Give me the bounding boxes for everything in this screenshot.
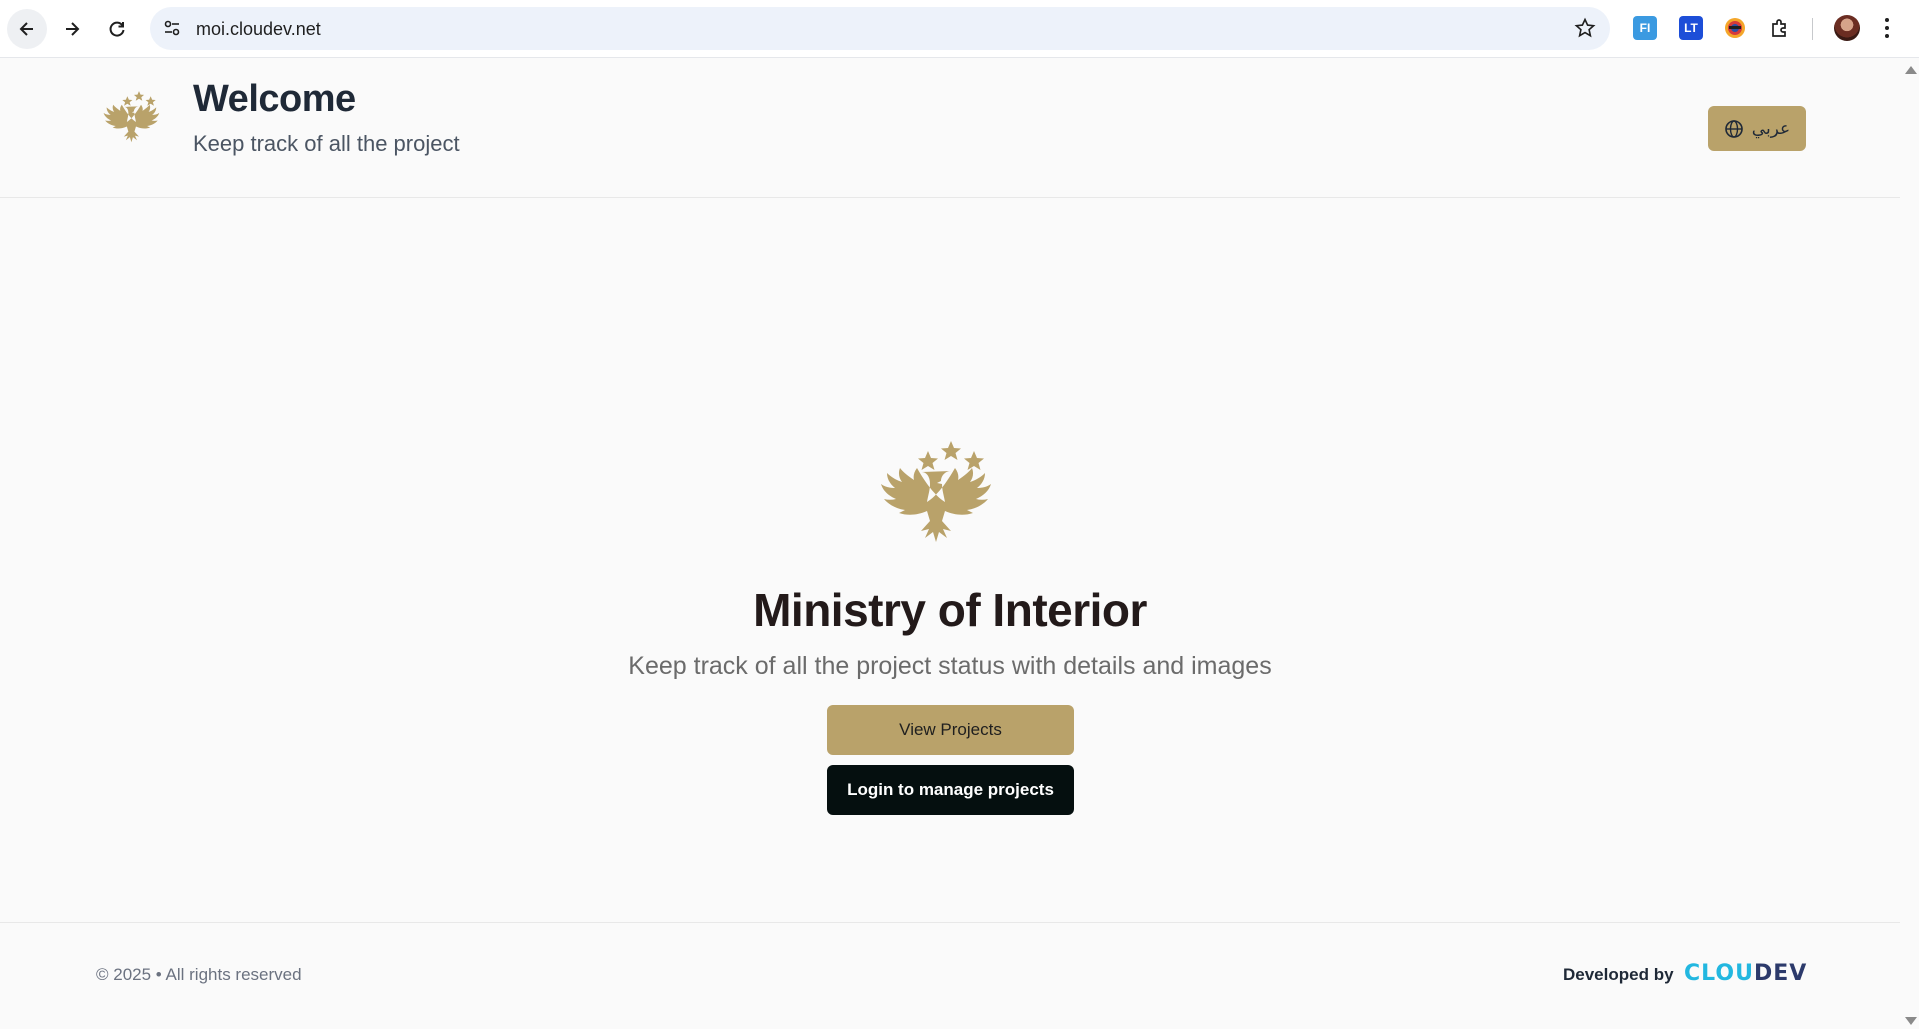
- bookmark-star-icon[interactable]: [1574, 17, 1596, 39]
- hero-title: Ministry of Interior: [753, 584, 1147, 636]
- reload-icon: [109, 21, 125, 37]
- brand-part-2: DEV: [1753, 961, 1808, 986]
- eagle-emblem-icon: [103, 91, 160, 143]
- copyright-text: © 2025 • All rights reserved: [96, 965, 302, 984]
- header-subtitle: Keep track of all the project: [193, 131, 460, 156]
- url-text[interactable]: moi.cloudev.net: [196, 19, 321, 40]
- hero-section: Ministry of Interior Keep track of all t…: [0, 197, 1900, 980]
- site-settings-icon[interactable]: [162, 18, 182, 38]
- extension-lt-icon[interactable]: LT: [1679, 16, 1703, 40]
- language-button-label: عربي: [1751, 118, 1791, 139]
- arrow-right-icon: [66, 22, 80, 36]
- hero-subtitle: Keep track of all the project status wit…: [628, 652, 1272, 680]
- developed-by-label: Developed by: [1563, 965, 1674, 984]
- language-toggle-button[interactable]: عربي: [1708, 106, 1806, 151]
- view-projects-button[interactable]: View Projects: [827, 705, 1074, 755]
- site-footer: © 2025 • All rights reserved Developed b…: [0, 922, 1900, 1030]
- site-header: Welcome Keep track of all the project عر…: [0, 58, 1900, 198]
- extension-camera-icon[interactable]: [1723, 16, 1747, 40]
- login-button[interactable]: Login to manage projects: [827, 765, 1074, 815]
- scroll-down-icon[interactable]: [1905, 1017, 1917, 1025]
- cloudev-logo[interactable]: CLOUDEV: [1684, 961, 1807, 986]
- profile-avatar[interactable]: [1834, 15, 1860, 41]
- brand-part-1: CLOU: [1684, 961, 1754, 986]
- reload-button[interactable]: [97, 9, 137, 49]
- eagle-emblem-icon: [881, 441, 991, 542]
- globe-icon: [1724, 119, 1743, 138]
- toolbar-divider: [1812, 18, 1813, 40]
- forward-button[interactable]: [52, 9, 92, 49]
- address-bar[interactable]: moi.cloudev.net: [150, 7, 1610, 50]
- scroll-up-icon[interactable]: [1905, 66, 1917, 74]
- page-scrollbar[interactable]: [1900, 58, 1919, 1029]
- extensions-puzzle-icon[interactable]: [1768, 16, 1792, 40]
- header-title: Welcome: [193, 78, 356, 120]
- page-content: Welcome Keep track of all the project عر…: [0, 58, 1900, 1029]
- extension-fi-icon[interactable]: FI: [1633, 16, 1657, 40]
- arrow-left-icon: [19, 22, 33, 36]
- back-button[interactable]: [7, 9, 47, 49]
- browser-toolbar: moi.cloudev.net FI LT: [0, 0, 1919, 58]
- browser-menu-icon[interactable]: [1884, 17, 1890, 39]
